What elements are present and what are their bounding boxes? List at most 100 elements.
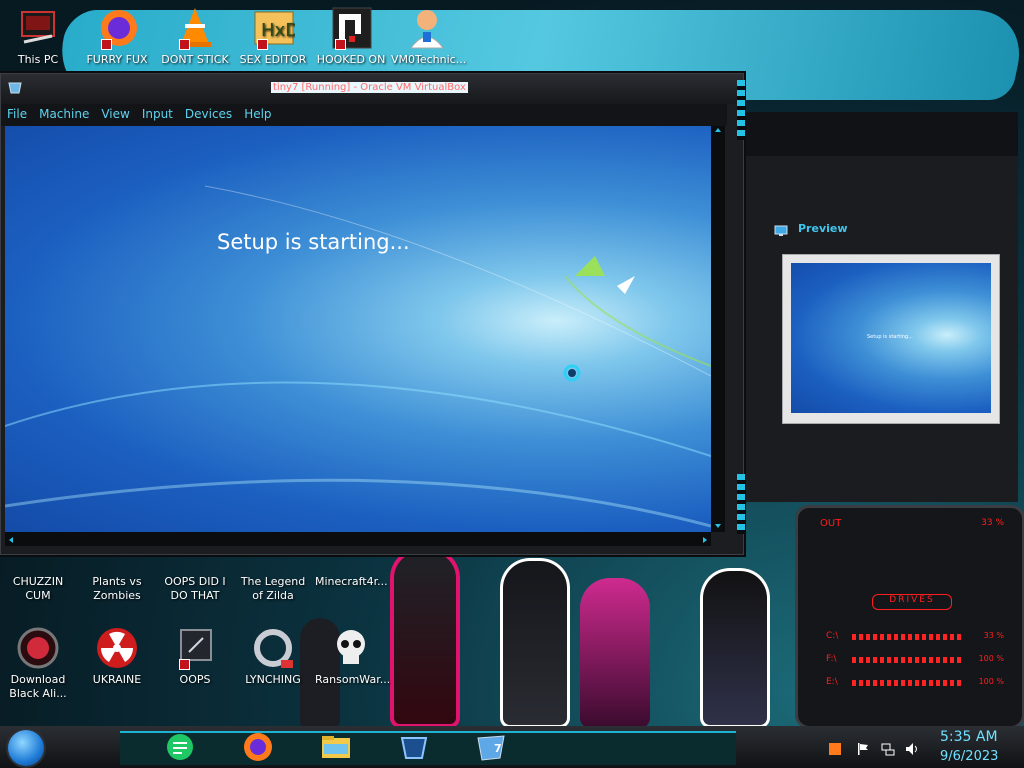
panel-header <box>744 112 1018 156</box>
taskbar-notes-button[interactable] <box>158 730 202 764</box>
system-monitor-widget: OUT 33 % DRIVES C:\ 33 % F:\ 100 % E:\ 1… <box>795 505 1024 729</box>
radiation-icon <box>95 626 139 670</box>
wallpaper-figure <box>390 548 460 728</box>
drive-value: 100 % <box>978 677 1004 686</box>
desktop-icon-label: OOPS <box>179 673 211 686</box>
desktop-icon-label: CHUZZIN CUM <box>12 575 64 602</box>
app-icon <box>329 6 373 50</box>
hxd-icon: HxD <box>251 6 299 50</box>
menu-machine[interactable]: Machine <box>33 104 95 126</box>
network-icon[interactable] <box>881 741 895 756</box>
widget-out-label: OUT <box>820 518 842 529</box>
preview-screen: Setup is starting... <box>791 263 991 413</box>
folder-icon <box>322 736 350 758</box>
menu-devices[interactable]: Devices <box>179 104 238 126</box>
desktop-icon-ukraine[interactable]: UKRAINE <box>81 626 153 687</box>
vertical-scrollbar[interactable] <box>711 126 725 532</box>
drive-label: E:\ <box>826 677 838 687</box>
tray-app-icon[interactable] <box>828 741 842 755</box>
virtualbox-icon <box>7 80 23 94</box>
desktop-icon-label: SEX EDITOR <box>239 53 307 66</box>
frame-accent <box>737 80 745 140</box>
vlc-icon <box>173 6 217 50</box>
preview-thumbnail[interactable]: Setup is starting... <box>782 254 1000 424</box>
windows7-icon <box>477 735 505 761</box>
desktop-icon-legend-of-zilda[interactable]: The Legend of Zilda <box>237 548 309 603</box>
shortcut-badge-icon <box>257 39 268 50</box>
desktop-icon-label: HOOKED ON <box>316 53 386 66</box>
desktop-icon-label: UKRAINE <box>92 673 142 686</box>
desktop-icon-label: This PC <box>17 53 59 66</box>
desktop-icon-dont-stick[interactable]: DONT STICK <box>159 6 231 67</box>
shortcut-badge-icon <box>179 39 190 50</box>
shortcut-badge-icon <box>179 659 190 670</box>
clock-time[interactable]: 5:35 AM <box>940 729 998 745</box>
desktop-icon-this-pc[interactable]: This PC <box>2 6 74 67</box>
menu-view[interactable]: View <box>95 104 135 126</box>
taskbar-windows7-button[interactable]: 7 <box>470 730 514 764</box>
drive-label: C:\ <box>826 631 839 641</box>
desktop-icon-label: Minecraft4r... <box>315 575 388 588</box>
start-button[interactable] <box>8 730 44 766</box>
taskbar-firefox-button[interactable] <box>236 730 280 764</box>
desktop-icon-oops-did-i[interactable]: OOPS DID I DO THAT <box>159 548 231 603</box>
desktop-icon-plants-vs-zombies[interactable]: Plants vs Zombies <box>81 548 153 603</box>
firefox-icon <box>244 733 272 761</box>
desktop-icon-label: RansomWar... <box>315 673 391 686</box>
desktop-icon-label: LYNCHING <box>245 673 301 686</box>
wallpaper-figure <box>500 558 570 728</box>
desktop-icon-lynching[interactable]: LYNCHING <box>237 626 309 687</box>
skull-icon <box>329 626 373 670</box>
clock-date[interactable]: 9/6/2023 <box>940 749 998 764</box>
volume-icon[interactable] <box>905 741 919 755</box>
frame-accent <box>737 474 745 534</box>
wallpaper-figure <box>580 578 650 728</box>
red-orb-icon <box>16 626 60 670</box>
windows7-badge: 7 <box>494 742 502 755</box>
monitor-icon <box>173 626 217 670</box>
preview-title: Preview <box>798 222 848 235</box>
desktop-icon-label: OOPS DID I DO THAT <box>164 575 226 602</box>
desktop-icon-hooked-on[interactable]: HOOKED ON <box>315 6 387 67</box>
menu-input[interactable]: Input <box>136 104 179 126</box>
taskbar-virtualbox-button[interactable] <box>392 730 436 764</box>
desktop-icon-label: VM0Technic... <box>391 53 467 66</box>
drive-usage-bar <box>852 680 962 686</box>
virtualbox-icon <box>400 737 428 759</box>
menu-bar: File Machine View Input Devices Help <box>1 104 727 126</box>
win7-wallpaper-swoosh <box>5 185 711 528</box>
loading-spinner-icon <box>563 364 581 382</box>
firefox-icon <box>95 6 139 50</box>
drive-label: F:\ <box>826 654 837 664</box>
menu-help[interactable]: Help <box>238 104 277 126</box>
doctor-icon <box>405 6 449 50</box>
desktop-icon-sex-editor[interactable]: HxD SEX EDITOR <box>237 6 309 67</box>
desktop-icon-ransomware[interactable]: RansomWar... <box>315 626 391 687</box>
desktop-icon-chuzzin-cum[interactable]: CHUZZIN CUM <box>2 548 74 603</box>
desktop-icon-download-black-ali[interactable]: Download Black Ali... <box>2 626 74 701</box>
flag-icon[interactable] <box>856 741 870 755</box>
vm-display[interactable]: Setup is starting... <box>5 126 711 532</box>
window-title: tiny7 [Running] - Oracle VM VirtualBox <box>271 82 468 93</box>
menu-file[interactable]: File <box>1 104 33 126</box>
virtualbox-vm-window[interactable]: tiny7 [Running] - Oracle VM VirtualBox F… <box>0 73 745 555</box>
noose-icon <box>251 626 295 670</box>
drive-value: 100 % <box>978 654 1004 663</box>
desktop-icon-label: Download Black Ali... <box>9 673 67 700</box>
horizontal-scrollbar[interactable] <box>5 532 711 546</box>
widget-out-value: 33 % <box>981 518 1004 528</box>
desktop-icon-label: FURRY FUX <box>86 53 148 66</box>
desktop-icon-oops[interactable]: OOPS <box>159 626 231 687</box>
wallpaper-figure <box>700 568 770 728</box>
desktop-icon-furry-fux[interactable]: FURRY FUX <box>81 6 153 67</box>
preview-setup-text: Setup is starting... <box>867 334 913 340</box>
taskbar-folder-button[interactable] <box>314 730 358 764</box>
desktop-icon-vm0technic[interactable]: VM0Technic... <box>391 6 467 67</box>
setup-status-text: Setup is starting... <box>217 230 410 254</box>
desktop-icon-label: DONT STICK <box>161 53 229 66</box>
window-titlebar[interactable]: tiny7 [Running] - Oracle VM VirtualBox <box>1 74 743 104</box>
drive-value: 33 % <box>983 631 1004 640</box>
widget-drives-label: DRIVES <box>872 594 952 610</box>
shortcut-badge-icon <box>335 39 346 50</box>
this-pc-icon <box>16 6 60 50</box>
